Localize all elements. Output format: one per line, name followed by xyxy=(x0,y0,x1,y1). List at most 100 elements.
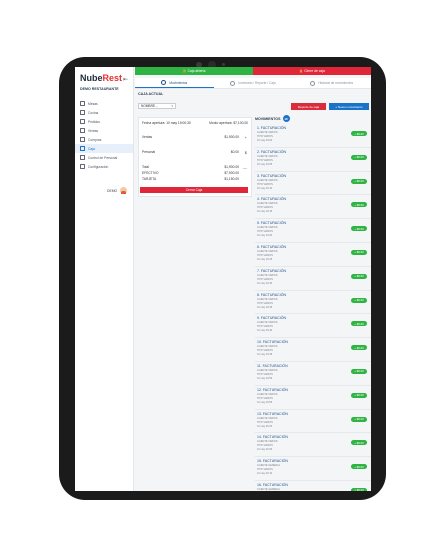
tab[interactable]: Movimientos xyxy=(135,78,214,88)
movement-item[interactable]: 8. FACTURACIÓN CLIENTE VARIOS TIPO VARIOS 1… xyxy=(255,291,371,315)
sidebar-item-label: Mesas xyxy=(88,101,98,106)
cash-row-action[interactable]: — xyxy=(243,165,247,170)
sidebar-item-label: Control de Personal xyxy=(88,155,118,160)
movement-client: CLIENTE VARIOS xyxy=(257,416,278,420)
movement-item[interactable]: 4. FACTURACIÓN CLIENTE VARIOS TIPO VARIOS 1… xyxy=(255,195,371,220)
close-cash-button[interactable]: Cerrar Caja xyxy=(140,187,248,193)
cash-report-button[interactable]: Reporte de caja xyxy=(291,103,326,110)
sidebar-item[interactable]: Caja xyxy=(75,144,133,153)
movement-item[interactable]: 10. FACTURACIÓN CLIENTE VARIOS TIPO VARIOS… xyxy=(255,338,371,362)
movement-item[interactable]: 3. FACTURACIÓN CLIENTE VARIOS TIPO VARIOS 1… xyxy=(255,172,371,196)
movement-client: CLIENTE VARIOS xyxy=(257,154,278,158)
cash-row-action[interactable]: $ xyxy=(245,150,247,155)
nav-icon xyxy=(80,110,85,115)
app-screen: NubeRest ⇤ DEMO RESTAURANTE Mesas Cocina P… xyxy=(75,67,371,491)
movement-item[interactable]: 15. FACTURACIÓN CLIENTE GENERAL TIPO VARIO… xyxy=(255,457,371,481)
movement-type: TIPO VARIOS xyxy=(257,349,273,353)
tab[interactable]: Historial de movimientos xyxy=(292,78,371,88)
sidebar-item[interactable]: Pedidos xyxy=(75,117,133,126)
movement-amount-badge: + $0.00 xyxy=(351,345,367,351)
avatar xyxy=(120,187,128,194)
movement-date: 10 may 19:25 xyxy=(257,257,273,261)
movement-date: 10 may 19:15 xyxy=(257,210,273,214)
movement-client: CLIENTE GENERAL xyxy=(257,464,281,468)
opened-date: Fecha apertura: 10 may 19:00:30 xyxy=(142,121,191,125)
cash-close-button[interactable]: 🔒 Cierre de caja xyxy=(253,67,371,75)
sidebar-item-label: Caja xyxy=(88,146,95,151)
sidebar-item[interactable]: Control de Personal xyxy=(75,153,133,162)
movement-type: TIPO VARIOS xyxy=(257,135,273,138)
nav-icon xyxy=(80,128,85,133)
nav-icon xyxy=(80,137,85,142)
movement-type: TIPO VARIOS xyxy=(257,325,273,329)
movement-title: 16. FACTURACIÓN xyxy=(257,482,288,487)
nav-icon xyxy=(80,101,85,106)
movement-item[interactable]: 7. FACTURACIÓN CLIENTE VARIOS TIPO VARIOS 1… xyxy=(255,267,371,291)
sidebar-item[interactable]: Ventas xyxy=(75,126,133,135)
movement-amount-badge: + $0.00 xyxy=(351,131,367,136)
tab-icon xyxy=(161,80,167,85)
movement-item[interactable]: 1. FACTURACIÓN CLIENTE VARIOS TIPO VARIOS 1… xyxy=(255,124,371,148)
open-label: Caja abierta xyxy=(187,69,206,73)
movement-item[interactable]: 14. FACTURACIÓN CLIENTE VARIOS TIPO VARIOS… xyxy=(255,433,371,458)
movement-client: CLIENTE GENERAL xyxy=(257,487,281,491)
movement-title: 9. FACTURACIÓN xyxy=(257,316,286,321)
cash-row-action[interactable]: + xyxy=(245,135,247,140)
movement-title: 10. FACTURACIÓN xyxy=(257,340,288,345)
sidebar-item[interactable]: Mesas xyxy=(75,99,133,108)
movement-amount-badge: + $0.00 xyxy=(351,226,367,232)
movement-item[interactable]: 9. FACTURACIÓN CLIENTE VARIOS TIPO VARIOS 1… xyxy=(255,314,371,339)
sidebar-item[interactable]: Cocina xyxy=(75,108,133,117)
movement-amount-badge: + $0.00 xyxy=(351,392,367,398)
cash-row: Total $1,900.00 — xyxy=(142,165,248,170)
movements-list[interactable]: 1. FACTURACIÓN CLIENTE VARIOS TIPO VARIOS 1… xyxy=(255,124,371,491)
nav-icon xyxy=(80,119,85,124)
cash-row-label: EFECTIVO xyxy=(142,171,159,175)
movement-title: 7. FACTURACIÓN xyxy=(257,268,286,273)
movement-item[interactable]: 16. FACTURACIÓNCLIENTE GENERALTIPO VARIO… xyxy=(255,481,371,491)
sidebar-item-label: Pedidos xyxy=(88,119,100,124)
cash-row-value: $1,900.00 xyxy=(224,135,239,139)
movement-client: CLIENTE VARIOS xyxy=(257,249,278,253)
movement-item[interactable]: 11. FACTURACIÓN CLIENTE VARIOS TIPO VARIOS… xyxy=(255,362,371,386)
sidebar-item-label: Cocina xyxy=(88,110,99,115)
sensor-dot xyxy=(222,63,225,66)
sidebar-item[interactable]: Configuración xyxy=(75,162,133,171)
sidebar: NubeRest ⇤ DEMO RESTAURANTE Mesas Cocina P… xyxy=(75,67,134,491)
movement-amount-badge: + $0.00 xyxy=(351,440,367,446)
tab-label: Inventario / Reporte / Caja xyxy=(238,81,276,85)
movement-amount-badge: + $0.00 xyxy=(351,297,367,303)
movement-client: CLIENTE VARIOS xyxy=(257,321,278,325)
movement-item[interactable]: 2. FACTURACIÓN CLIENTE VARIOS TIPO VARIOS 1… xyxy=(255,148,371,172)
cash-row-value: $0.00 xyxy=(230,150,239,154)
movement-item[interactable]: 13. FACTURACIÓN CLIENTE VARIOS TIPO VARIOS… xyxy=(255,410,371,434)
cashier-select[interactable]: NOMBRE... ▾ xyxy=(138,103,176,109)
movement-type: TIPO VARIOS xyxy=(257,277,273,281)
sidebar-item-label: Compras xyxy=(88,137,102,142)
movement-title: 4. FACTURACIÓN xyxy=(257,197,286,202)
movement-item[interactable]: 12. FACTURACIÓN CLIENTE VARIOS TIPO VARIOS… xyxy=(255,386,371,410)
movement-title: 11. FACTURACIÓN xyxy=(257,363,288,368)
logo-text: Nube xyxy=(80,73,103,83)
restaurant-name: DEMO RESTAURANTE xyxy=(80,87,119,91)
sidebar-item-label: Configuración xyxy=(88,164,109,169)
cash-row: Personal $0.00 $ xyxy=(142,150,248,155)
movement-date: 10 may 19:30 xyxy=(257,281,273,285)
user-menu[interactable]: DEMO xyxy=(107,187,128,194)
menu-toggle-icon[interactable]: ⇤ xyxy=(123,76,128,83)
movement-title: 13. FACTURACIÓN xyxy=(257,411,288,416)
cash-summary-card: Fecha apertura: 10 may 19:00:30 Monto ap… xyxy=(138,117,252,197)
movements-count-badge: 16 xyxy=(282,115,290,122)
movement-client: CLIENTE VARIOS xyxy=(257,345,278,349)
section-title: CAJA ACTUAL xyxy=(138,92,164,96)
nav-icon xyxy=(80,164,85,169)
sidebar-item[interactable]: Compras xyxy=(75,135,133,144)
close-label: Cierre de caja xyxy=(304,69,325,73)
tab[interactable]: Inventario / Reporte / Caja xyxy=(214,78,293,88)
movement-title: 15. FACTURACIÓN xyxy=(257,459,288,464)
new-movement-button[interactable]: + Nuevo movimiento xyxy=(329,103,369,110)
movement-amount-badge: + $0.00 xyxy=(351,487,367,491)
movement-type: TIPO VARIOS xyxy=(257,230,273,234)
movement-item[interactable]: 6. FACTURACIÓN CLIENTE VARIOS TIPO VARIOS 1… xyxy=(255,243,371,267)
movement-item[interactable]: 5. FACTURACIÓN CLIENTE VARIOS TIPO VARIOS 1… xyxy=(255,219,371,243)
